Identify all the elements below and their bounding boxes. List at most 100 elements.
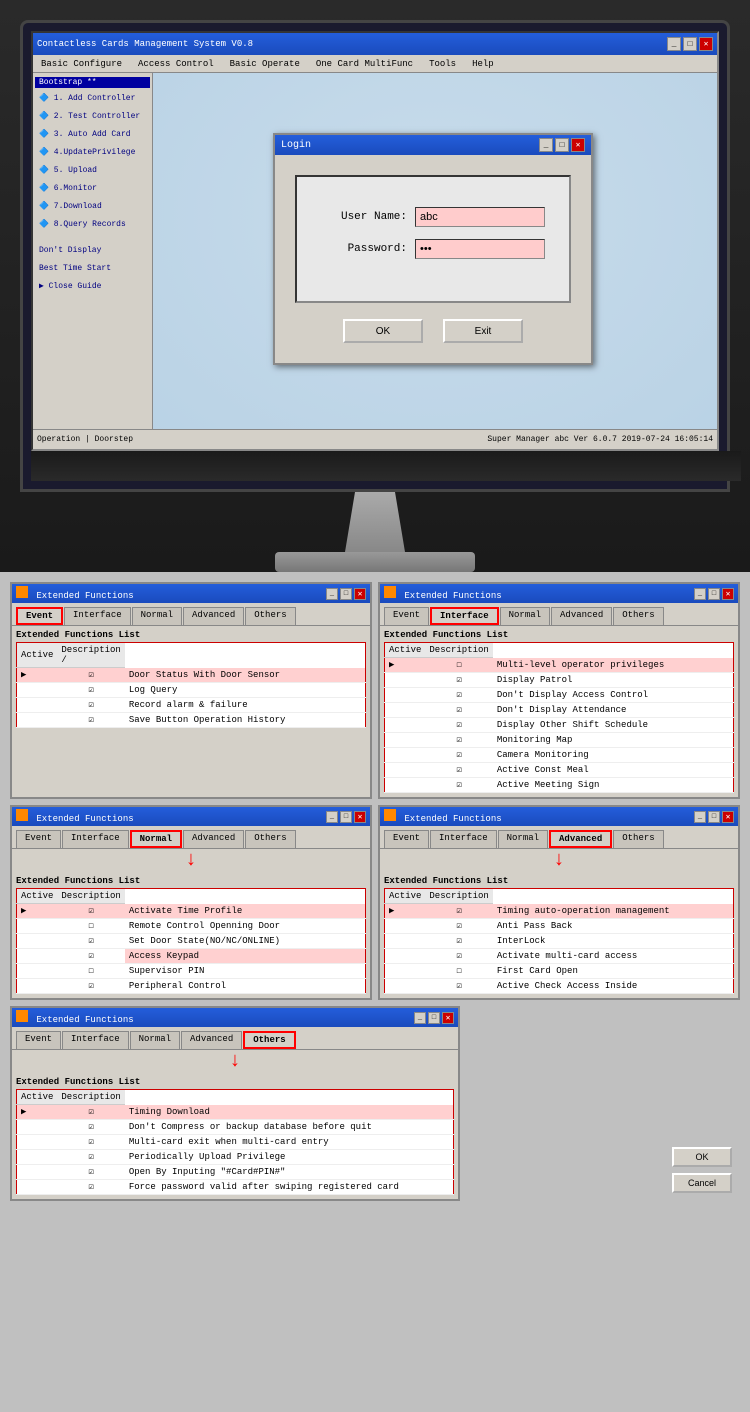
- row-check[interactable]: ☑: [425, 934, 492, 949]
- row-check[interactable]: ☑: [57, 683, 124, 698]
- row-check[interactable]: ☐: [425, 964, 492, 979]
- panel-interface-minimize[interactable]: _: [694, 588, 706, 600]
- row-check[interactable]: ☑: [57, 668, 124, 683]
- menu-basic-operate[interactable]: Basic Operate: [226, 59, 304, 69]
- panel-interface-maximize[interactable]: □: [708, 588, 720, 600]
- tab-interface-advanced[interactable]: Advanced: [551, 607, 612, 625]
- row-check[interactable]: ☑: [57, 1150, 124, 1165]
- row-check[interactable]: ☑: [57, 1120, 124, 1135]
- menu-one-card[interactable]: One Card MultiFunc: [312, 59, 417, 69]
- row-check[interactable]: ☑: [425, 703, 492, 718]
- sidebar-test-controller[interactable]: 🔷 2. Test Controller: [35, 108, 150, 126]
- sidebar-query-records[interactable]: 🔷 8.Query Records: [35, 216, 150, 234]
- panel-advanced-maximize[interactable]: □: [708, 811, 720, 823]
- panel-event-minimize[interactable]: _: [326, 588, 338, 600]
- tab-advanced-normal[interactable]: Normal: [498, 830, 548, 848]
- login-close[interactable]: ✕: [571, 138, 585, 152]
- username-input[interactable]: [415, 207, 545, 227]
- tab-event-others[interactable]: Others: [245, 607, 295, 625]
- login-exit-button[interactable]: Exit: [443, 319, 523, 343]
- row-check[interactable]: ☐: [57, 919, 124, 934]
- tab-others-normal[interactable]: Normal: [130, 1031, 180, 1049]
- row-check[interactable]: ☑: [425, 688, 492, 703]
- row-check[interactable]: ☑: [57, 713, 124, 728]
- login-maximize[interactable]: □: [555, 138, 569, 152]
- row-check[interactable]: ☑: [57, 904, 124, 919]
- tab-interface-normal[interactable]: Normal: [500, 607, 550, 625]
- panel-normal-minimize[interactable]: _: [326, 811, 338, 823]
- tab-advanced-event[interactable]: Event: [384, 830, 429, 848]
- tab-others-advanced[interactable]: Advanced: [181, 1031, 242, 1049]
- tab-advanced-advanced[interactable]: Advanced: [549, 830, 612, 848]
- tab-event-event[interactable]: Event: [16, 607, 63, 625]
- tab-advanced-interface[interactable]: Interface: [430, 830, 497, 848]
- panel-event-maximize[interactable]: □: [340, 588, 352, 600]
- panel-others-close[interactable]: ✕: [442, 1012, 454, 1024]
- tab-normal-normal[interactable]: Normal: [130, 830, 182, 848]
- tab-event-advanced[interactable]: Advanced: [183, 607, 244, 625]
- row-check[interactable]: ☑: [425, 763, 492, 778]
- row-check[interactable]: ☑: [425, 904, 492, 919]
- panel-advanced-close[interactable]: ✕: [722, 811, 734, 823]
- row-check[interactable]: ☑: [57, 949, 124, 964]
- panel-others-maximize[interactable]: □: [428, 1012, 440, 1024]
- row-check[interactable]: ☑: [57, 934, 124, 949]
- panel-event-close[interactable]: ✕: [354, 588, 366, 600]
- row-check[interactable]: ☑: [57, 1180, 124, 1195]
- tab-others-event[interactable]: Event: [16, 1031, 61, 1049]
- row-check[interactable]: ☑: [425, 919, 492, 934]
- sidebar-add-controller[interactable]: 🔷 1. Add Controller: [35, 90, 150, 108]
- panel-normal-close[interactable]: ✕: [354, 811, 366, 823]
- row-check[interactable]: ☑: [57, 1135, 124, 1150]
- minimize-btn[interactable]: _: [667, 37, 681, 51]
- tab-event-interface[interactable]: Interface: [64, 607, 131, 625]
- maximize-btn[interactable]: □: [683, 37, 697, 51]
- sidebar-monitor[interactable]: 🔷 6.Monitor: [35, 180, 150, 198]
- sidebar-upload[interactable]: 🔷 5. Upload: [35, 162, 150, 180]
- row-check[interactable]: ☑: [57, 1105, 124, 1120]
- tab-interface-event[interactable]: Event: [384, 607, 429, 625]
- row-check[interactable]: ☑: [425, 748, 492, 763]
- tab-normal-advanced[interactable]: Advanced: [183, 830, 244, 848]
- row-check[interactable]: ☑: [425, 733, 492, 748]
- row-check[interactable]: ☑: [425, 718, 492, 733]
- password-input[interactable]: [415, 239, 545, 259]
- ok-button[interactable]: OK: [672, 1147, 732, 1167]
- sidebar-auto-add-card[interactable]: 🔷 3. Auto Add Card: [35, 126, 150, 144]
- sidebar-best-time-start[interactable]: Best Time Start: [35, 260, 150, 278]
- tab-interface-others[interactable]: Others: [613, 607, 663, 625]
- row-check[interactable]: ☑: [425, 778, 492, 793]
- sidebar-dont-display[interactable]: Don't Display: [35, 242, 150, 260]
- tab-normal-event[interactable]: Event: [16, 830, 61, 848]
- tab-normal-others[interactable]: Others: [245, 830, 295, 848]
- login-minimize[interactable]: _: [539, 138, 553, 152]
- tab-event-normal[interactable]: Normal: [132, 607, 182, 625]
- cancel-button[interactable]: Cancel: [672, 1173, 732, 1193]
- close-btn[interactable]: ✕: [699, 37, 713, 51]
- row-check[interactable]: ☑: [57, 979, 124, 994]
- row-check[interactable]: ☑: [425, 979, 492, 994]
- sidebar-close-guide[interactable]: ▶ Close Guide: [35, 278, 150, 296]
- menu-tools[interactable]: Tools: [425, 59, 460, 69]
- login-ok-button[interactable]: OK: [343, 319, 423, 343]
- row-check[interactable]: ☐: [425, 658, 492, 673]
- menu-access-control[interactable]: Access Control: [134, 59, 218, 69]
- sidebar-update-privilege[interactable]: 🔷 4.UpdatePrivilege: [35, 144, 150, 162]
- row-check[interactable]: ☑: [57, 698, 124, 713]
- panel-normal-maximize[interactable]: □: [340, 811, 352, 823]
- tab-interface-interface[interactable]: Interface: [430, 607, 499, 625]
- tab-others-others[interactable]: Others: [243, 1031, 295, 1049]
- tab-others-interface[interactable]: Interface: [62, 1031, 129, 1049]
- panel-advanced-minimize[interactable]: _: [694, 811, 706, 823]
- panel-others-minimize[interactable]: _: [414, 1012, 426, 1024]
- menu-basic-configure[interactable]: Basic Configure: [37, 59, 126, 69]
- panel-interface-close[interactable]: ✕: [722, 588, 734, 600]
- sidebar-download[interactable]: 🔷 7.Download: [35, 198, 150, 216]
- row-check[interactable]: ☐: [57, 964, 124, 979]
- row-check[interactable]: ☑: [425, 949, 492, 964]
- tab-advanced-others[interactable]: Others: [613, 830, 663, 848]
- row-check[interactable]: ☑: [57, 1165, 124, 1180]
- menu-help[interactable]: Help: [468, 59, 498, 69]
- tab-normal-interface[interactable]: Interface: [62, 830, 129, 848]
- row-check[interactable]: ☑: [425, 673, 492, 688]
